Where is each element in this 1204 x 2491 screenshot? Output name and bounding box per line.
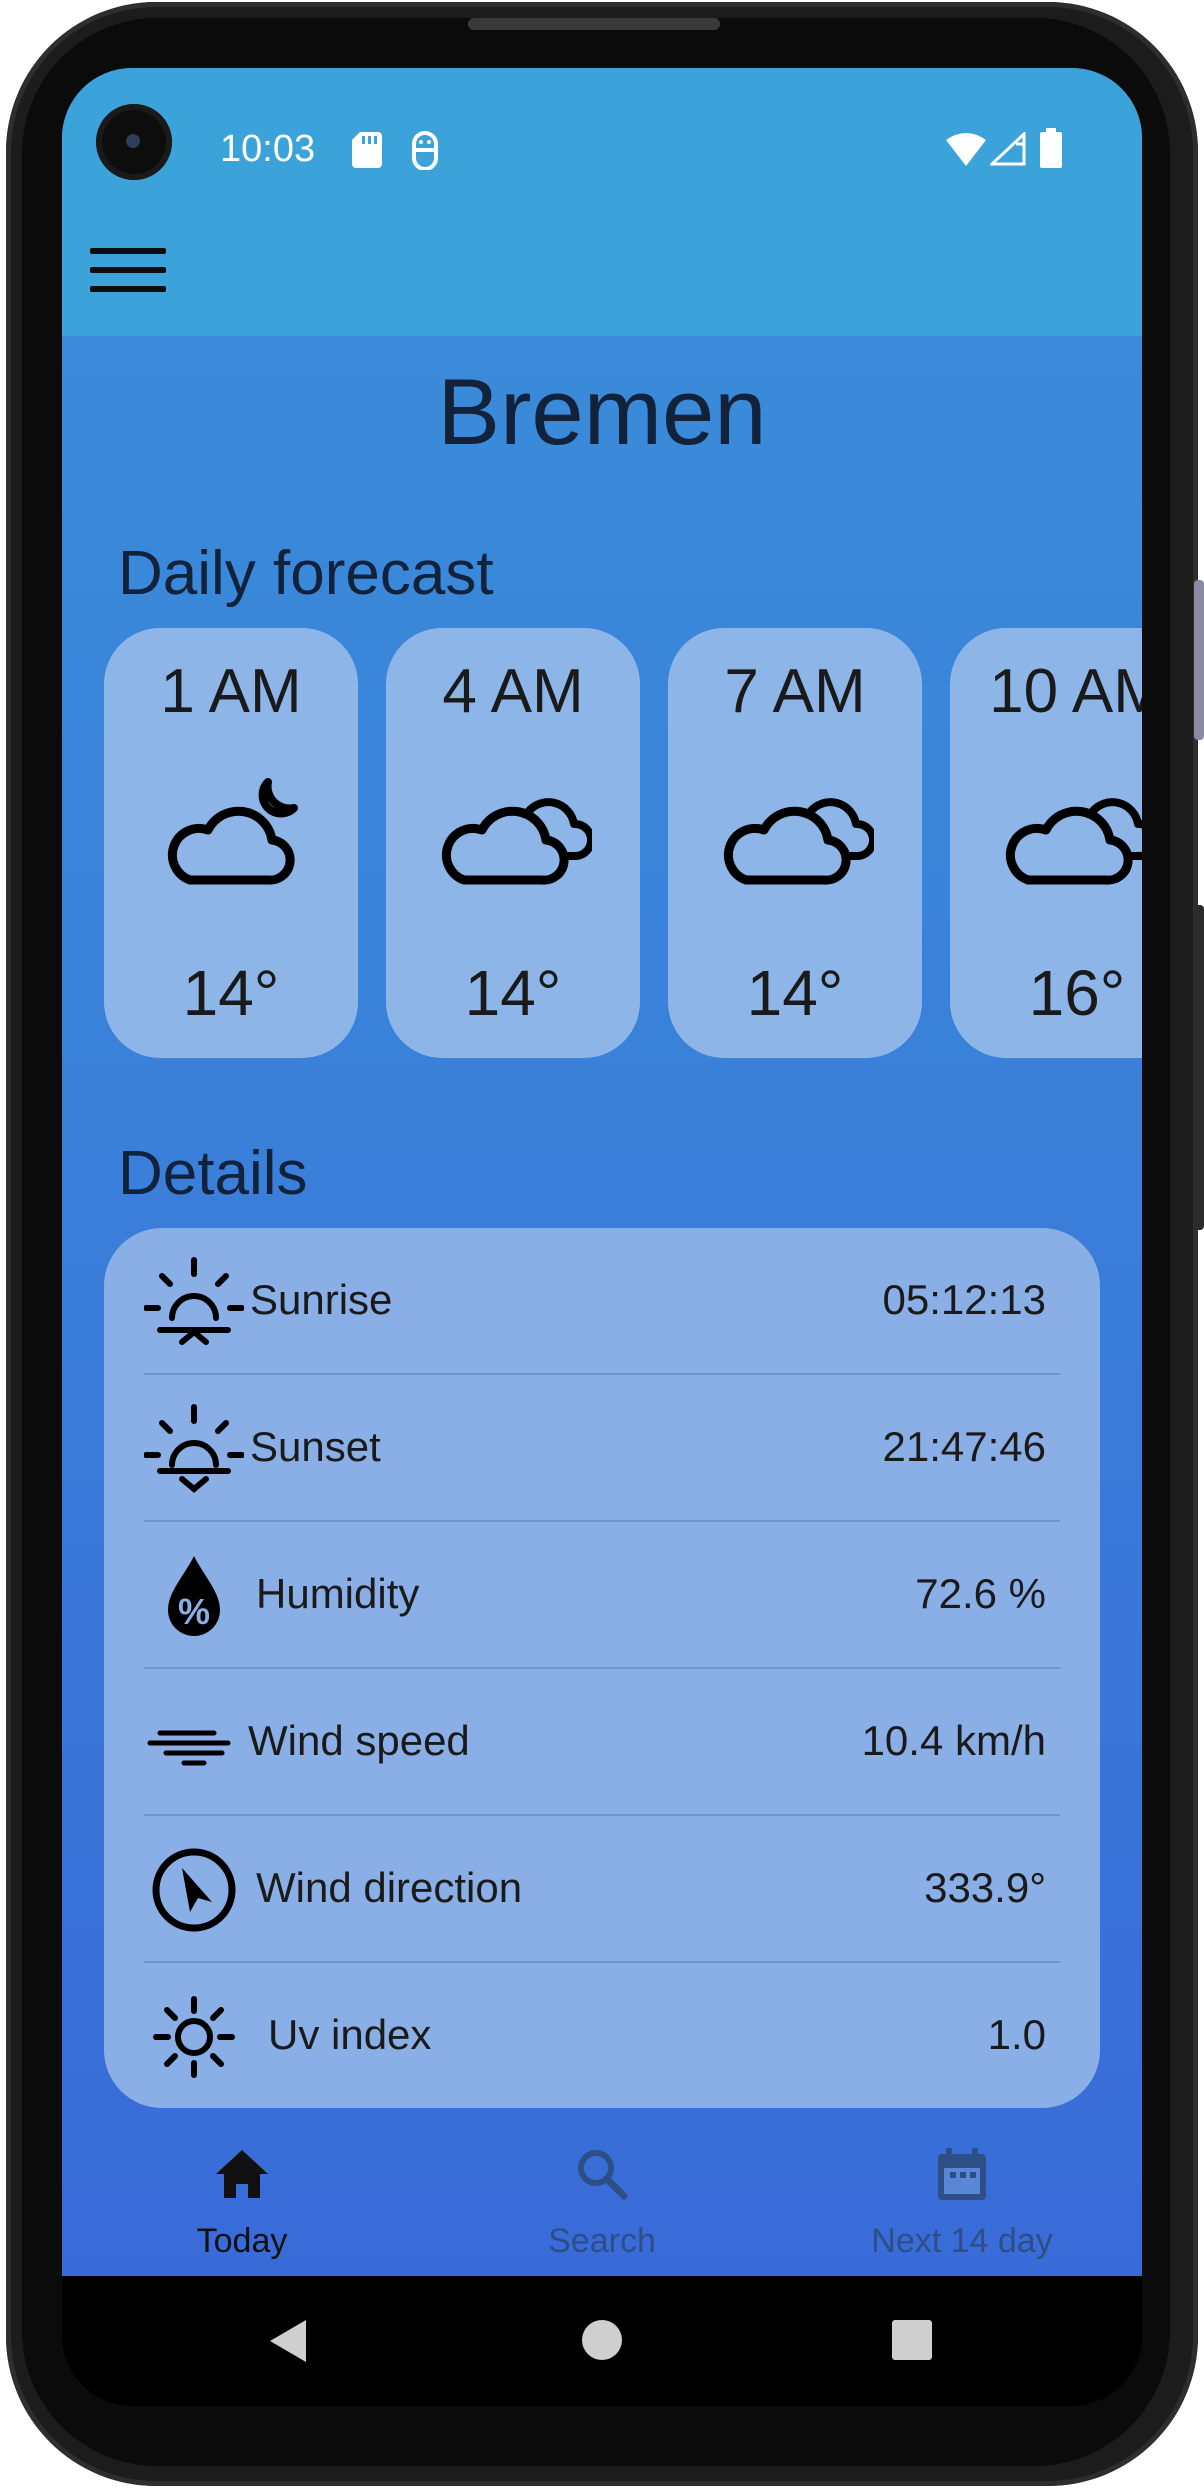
detail-label: Humidity [256,1570,420,1617]
detail-value: 72.6 % [915,1570,1046,1617]
back-icon[interactable] [266,2316,310,2366]
status-time: 10:03 [220,128,316,170]
app-screen: 10:03 Bremen Daily forecast 1 AM 14° 4 A… [62,68,1142,2276]
detail-value: 05:12:13 [882,1276,1047,1323]
detail-row-sunrise: Sunrise 05:12:13 [144,1228,1060,1375]
earpiece-speaker [468,18,720,30]
nav-search[interactable]: Search [452,2130,752,2276]
signal-icon [990,132,1026,166]
search-icon [578,2150,628,2200]
detail-label: Sunrise [250,1276,393,1323]
detail-value: 333.9° [924,1864,1046,1911]
sunrise-icon [144,1257,244,1345]
hour-card[interactable]: 4 AM 14° [386,628,640,1058]
app-bar: 10:03 [62,68,1142,336]
menu-icon [90,248,166,254]
svg-text:%: % [178,1591,210,1632]
power-button [1194,905,1204,1230]
detail-row-uv-index: Uv index 1.0 [144,1963,1060,2110]
detail-row-humidity: % Humidity 72.6 % [144,1522,1060,1669]
home-circle-icon[interactable] [580,2318,624,2362]
clouds-icon [1005,798,1142,885]
details-title: Details [118,1139,308,1208]
system-navigation [62,2276,1142,2406]
volume-button [1194,580,1204,740]
nav-label: Today [196,2222,288,2260]
bottom-navigation: Today Search Next 14 day [62,2130,1142,2276]
nav-label: Next 14 day [871,2222,1053,2260]
clouds-icon [441,798,592,885]
sun-icon [153,1996,235,2078]
detail-label: Wind speed [248,1717,470,1764]
hour-time: 7 AM [724,657,866,726]
hour-card[interactable]: 10 AM 16° [950,628,1142,1058]
hour-time: 4 AM [442,657,584,726]
detail-row-wind-direction: Wind direction 333.9° [144,1816,1060,1963]
details-card: Sunrise 05:12:13 Sunset 21:47:46 % Humid… [104,1228,1100,2108]
hourly-forecast-list[interactable]: 1 AM 14° 4 AM 14° 7 AM 14° 10 AM 16° [104,628,1142,1058]
detail-label: Uv index [268,2011,432,2058]
nav-next-14-day[interactable]: Next 14 day [812,2130,1112,2276]
hour-temperature: 14° [746,957,844,1029]
detail-value: 21:47:46 [882,1423,1047,1470]
hour-time: 10 AM [989,657,1142,726]
compass-icon [152,1848,236,1932]
hour-card[interactable]: 1 AM 14° [104,628,358,1058]
status-bar: 10:03 [62,68,1142,188]
nav-label: Search [548,2222,656,2260]
hour-card[interactable]: 7 AM 14° [668,628,922,1058]
detail-row-sunset: Sunset 21:47:46 [144,1375,1060,1522]
hour-temperature: 16° [1028,957,1126,1029]
clouds-icon [723,798,874,885]
wifi-icon [946,133,986,166]
sd-card-icon [352,132,382,168]
detail-value: 10.4 km/h [861,1717,1046,1764]
cloud-moon-icon [167,778,298,885]
hour-temperature: 14° [464,957,562,1029]
recents-icon[interactable] [892,2320,932,2360]
humidity-icon: % [168,1556,220,1636]
wind-icon [147,1730,231,1766]
daily-forecast-title: Daily forecast [118,539,494,608]
sunset-icon [144,1404,244,1493]
battery-icon [1040,128,1062,168]
hour-time: 1 AM [160,657,302,726]
home-icon [216,2150,268,2198]
front-camera [96,104,172,180]
calendar-icon [938,2148,986,2200]
detail-label: Wind direction [256,1864,523,1911]
menu-button[interactable] [90,240,166,300]
hour-temperature: 14° [182,957,280,1029]
detail-value: 1.0 [987,2011,1046,2058]
detail-row-wind-speed: Wind speed 10.4 km/h [144,1669,1060,1816]
android-debug-icon [412,131,438,170]
nav-today[interactable]: Today [92,2130,392,2276]
detail-label: Sunset [250,1423,381,1470]
city-name: Bremen [437,359,767,464]
